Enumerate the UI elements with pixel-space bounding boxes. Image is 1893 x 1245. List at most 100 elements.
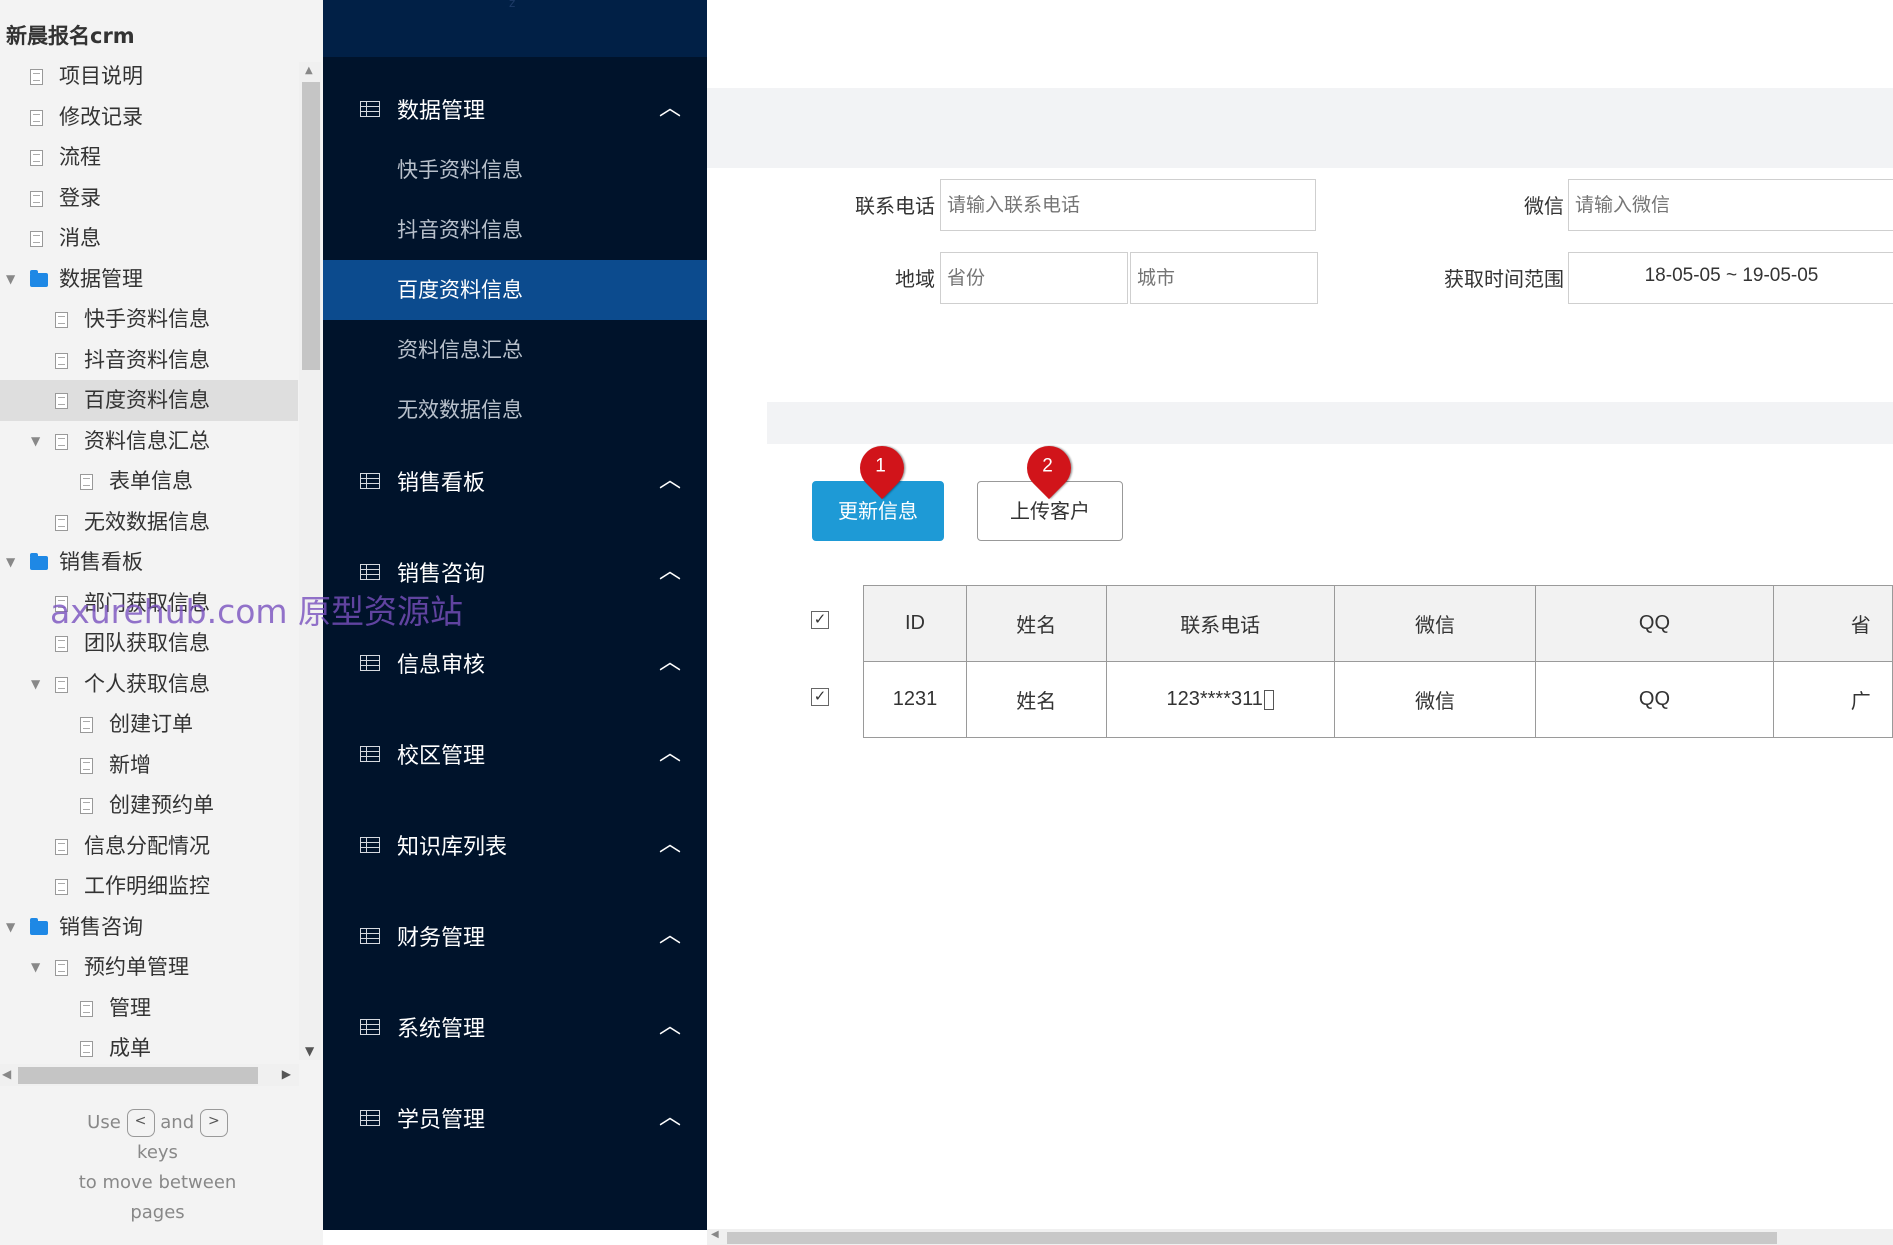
nav-sub-item[interactable]: 资料信息汇总 [323,320,707,380]
tree-item[interactable]: 百度资料信息 [0,380,298,421]
table-header-row: ID 姓名 联系电话 微信 QQ 省 [863,585,1893,662]
nav-section[interactable]: 销售看板 ︿ [323,452,707,512]
tree-item[interactable]: 消息 [0,218,298,259]
nav-section-label: 信息审核 [397,653,486,678]
chevron-up-icon[interactable]: ︿ [659,98,681,120]
tree-item-label: 数据管理 [59,266,143,291]
phone-input[interactable] [940,179,1316,231]
expand-toggle-icon[interactable]: ▼ [6,542,15,583]
tree-item[interactable]: 创建预约单 [0,785,298,826]
nav-sub-item[interactable]: 无效数据信息 [323,380,707,440]
page-icon [30,231,43,247]
chevron-up-icon[interactable]: ︿ [659,652,681,674]
city-input[interactable] [1130,252,1318,304]
nav-section[interactable]: 财务管理 ︿ [323,907,707,967]
tree-item[interactable]: 信息分配情况 [0,826,298,867]
tree-item-label: 新增 [109,752,151,777]
chevron-up-icon[interactable]: ︿ [659,834,681,856]
tree-item[interactable]: ▼ 销售看板 [0,542,298,583]
tree-item[interactable]: 项目说明 [0,56,298,97]
tree-item-label: 登录 [59,185,101,210]
nav-sub-item[interactable]: 抖音资料信息 [323,200,707,260]
tree-item[interactable]: 工作明细监控 [0,866,298,907]
nav-section[interactable]: 信息审核 ︿ [323,634,707,694]
tree-item[interactable]: ▼ 资料信息汇总 [0,421,298,462]
cursor-box-icon [1263,689,1274,710]
chevron-up-icon[interactable]: ︿ [659,925,681,947]
content-area: 联系电话 微信 地域 获取时间范围 18-05-05 ~ 19-05-05 更新… [707,0,1893,1245]
tree-item[interactable]: ▼ 数据管理 [0,259,298,300]
page-icon [55,312,68,328]
nav-section[interactable]: 学员管理 ︿ [323,1089,707,1149]
watermark: axurehub.com 原型资源站 [50,592,464,631]
tree-item-label: 无效数据信息 [84,509,210,534]
folder-icon [30,917,48,935]
chevron-up-icon[interactable]: ︿ [659,470,681,492]
page-icon [30,69,43,85]
next-key-icon: > [199,1109,228,1137]
scroll-left-icon[interactable]: ◀ [2,1067,11,1081]
nav-section-label: 数据管理 [397,99,486,124]
expand-toggle-icon[interactable]: ▼ [31,947,40,988]
nav-section[interactable]: 数据管理 ︿ [323,80,707,140]
chevron-up-icon[interactable]: ︿ [659,561,681,583]
nav-section-label: 销售咨询 [397,562,486,587]
nav-section[interactable]: 系统管理 ︿ [323,998,707,1058]
tree-item[interactable]: 抖音资料信息 [0,340,298,381]
page-icon [30,150,43,166]
nav-section[interactable]: 知识库列表 ︿ [323,816,707,876]
tree-item[interactable]: 新增 [0,745,298,786]
scroll-thumb[interactable] [18,1067,258,1084]
expand-toggle-icon[interactable]: ▼ [31,664,40,705]
tree-item[interactable]: 无效数据信息 [0,502,298,543]
chevron-up-icon[interactable]: ︿ [659,1016,681,1038]
scroll-up-icon[interactable]: ▲ [305,65,313,76]
chevron-up-icon[interactable]: ︿ [659,1107,681,1129]
select-all-checkbox[interactable]: ✓ [811,611,829,629]
sitemap-horizontal-scrollbar[interactable]: ◀ ▶ [0,1064,299,1086]
expand-toggle-icon[interactable]: ▼ [6,907,15,948]
page-icon [80,717,93,733]
page-icon [55,879,68,895]
tree-item-label: 流程 [59,145,101,169]
wechat-input[interactable] [1568,179,1893,231]
project-title: 新晨报名crm [6,24,135,48]
sitemap-vertical-scrollbar[interactable]: ▲ ▼ [299,62,321,1060]
prev-key-icon: < [126,1109,155,1137]
expand-toggle-icon[interactable]: ▼ [31,421,40,462]
tree-item[interactable]: 登录 [0,178,298,219]
nav-sub-item[interactable]: 百度资料信息 [323,260,707,320]
page-icon [55,838,68,855]
page-icon [30,190,43,207]
tree-item[interactable]: 创建订单 [0,704,298,745]
tree-item[interactable]: 修改记录 [0,97,298,138]
scroll-thumb[interactable] [302,82,320,370]
chevron-up-icon[interactable]: ︿ [659,743,681,765]
expand-toggle-icon[interactable]: ▼ [6,259,15,300]
tree-item[interactable]: ▼ 预约单管理 [0,947,298,988]
hint-and: and [160,1112,195,1133]
nav-sub-item[interactable]: 快手资料信息 [323,140,707,200]
tree-item[interactable]: 表单信息 [0,461,298,502]
tree-item[interactable]: 流程 [0,137,298,178]
cell-id: 1231 [863,661,967,738]
province-input[interactable] [940,252,1128,304]
tree-item[interactable]: ▼ 销售咨询 [0,907,298,948]
scroll-left-icon[interactable]: ◀ [711,1229,719,1240]
header-gap [707,88,1893,168]
tree-item[interactable]: ▼ 个人获取信息 [0,664,298,705]
table-row[interactable]: 1231 姓名 123****311 微信 QQ 广 [863,661,1893,738]
row-checkbox[interactable]: ✓ [811,688,829,706]
tree-item[interactable]: 成单 [0,1028,298,1061]
scroll-down-icon[interactable]: ▼ [305,1044,314,1058]
scroll-thumb[interactable] [727,1232,1777,1244]
tree-item[interactable]: 快手资料信息 [0,299,298,340]
nav-section[interactable]: 校区管理 ︿ [323,725,707,785]
tree-item[interactable]: 管理 [0,988,298,1029]
page-icon [55,514,68,531]
scroll-right-icon[interactable]: ▶ [282,1067,291,1081]
date-range-picker[interactable]: 18-05-05 ~ 19-05-05 [1568,252,1893,304]
table-grid-icon [360,1019,380,1035]
content-horizontal-scrollbar[interactable]: ◀ [707,1229,1893,1245]
phone-label: 联系电话 [855,194,935,218]
